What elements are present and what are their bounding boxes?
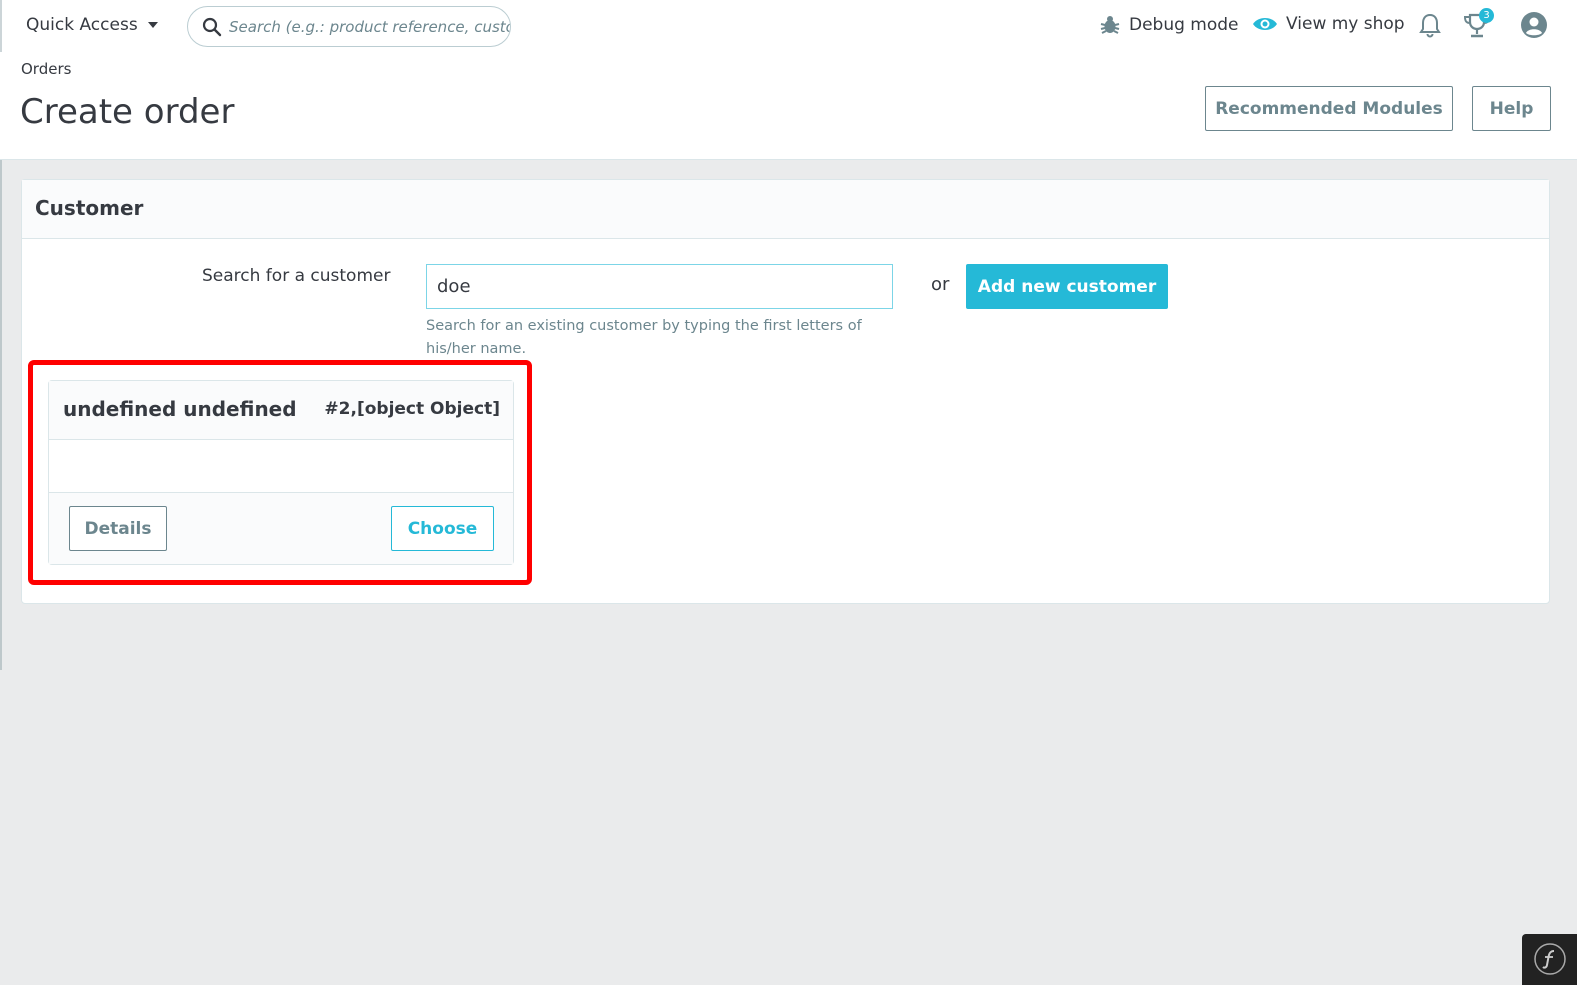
breadcrumb[interactable]: Orders — [21, 60, 71, 78]
result-body — [49, 440, 513, 493]
debug-mode-link[interactable]: Debug mode — [1099, 14, 1239, 36]
add-new-customer-button[interactable]: Add new customer — [966, 264, 1168, 309]
result-footer: Details Choose — [49, 493, 513, 564]
page-header: Orders Create order Recommended Modules … — [0, 52, 1577, 160]
result-customer-id: #2,[object Object] — [324, 399, 500, 419]
quick-access-label: Quick Access — [26, 15, 138, 35]
eye-icon — [1253, 18, 1277, 30]
help-button[interactable]: Help — [1472, 86, 1551, 131]
search-customer-label: Search for a customer — [202, 266, 391, 286]
header-search — [187, 6, 511, 47]
top-bar: Quick Access Debug mode View my shop — [0, 0, 1577, 52]
or-separator: or — [931, 274, 950, 295]
caret-down-icon — [147, 22, 158, 28]
bell-icon[interactable] — [1418, 12, 1442, 38]
customer-search-hint: Search for an existing customer by typin… — [426, 318, 862, 357]
notification-badge: 3 — [1479, 8, 1494, 23]
bug-icon — [1100, 16, 1120, 34]
symfony-icon — [1534, 943, 1566, 975]
details-button[interactable]: Details — [69, 506, 167, 551]
result-customer-name: undefined undefined — [63, 397, 297, 421]
choose-button[interactable]: Choose — [391, 506, 494, 551]
view-my-shop-label: View my shop — [1286, 14, 1405, 34]
user-icon[interactable] — [1520, 11, 1548, 39]
debug-mode-label: Debug mode — [1129, 15, 1239, 35]
symfony-toolbar[interactable] — [1522, 934, 1577, 985]
header-search-input[interactable] — [229, 7, 510, 46]
recommended-modules-button[interactable]: Recommended Modules — [1205, 86, 1453, 131]
customer-result-card: undefined undefined #2,[object Object] D… — [48, 380, 514, 565]
customer-search-input[interactable] — [426, 264, 893, 309]
quick-access-menu[interactable]: Quick Access — [26, 15, 158, 35]
customer-card-title: Customer — [22, 180, 1549, 239]
customer-card: Customer Search for a customer or Add ne… — [21, 179, 1550, 604]
search-icon[interactable] — [202, 17, 222, 37]
page-title: Create order — [20, 92, 235, 132]
result-header: undefined undefined #2,[object Object] — [49, 381, 513, 440]
view-my-shop-link[interactable]: View my shop — [1252, 14, 1405, 34]
